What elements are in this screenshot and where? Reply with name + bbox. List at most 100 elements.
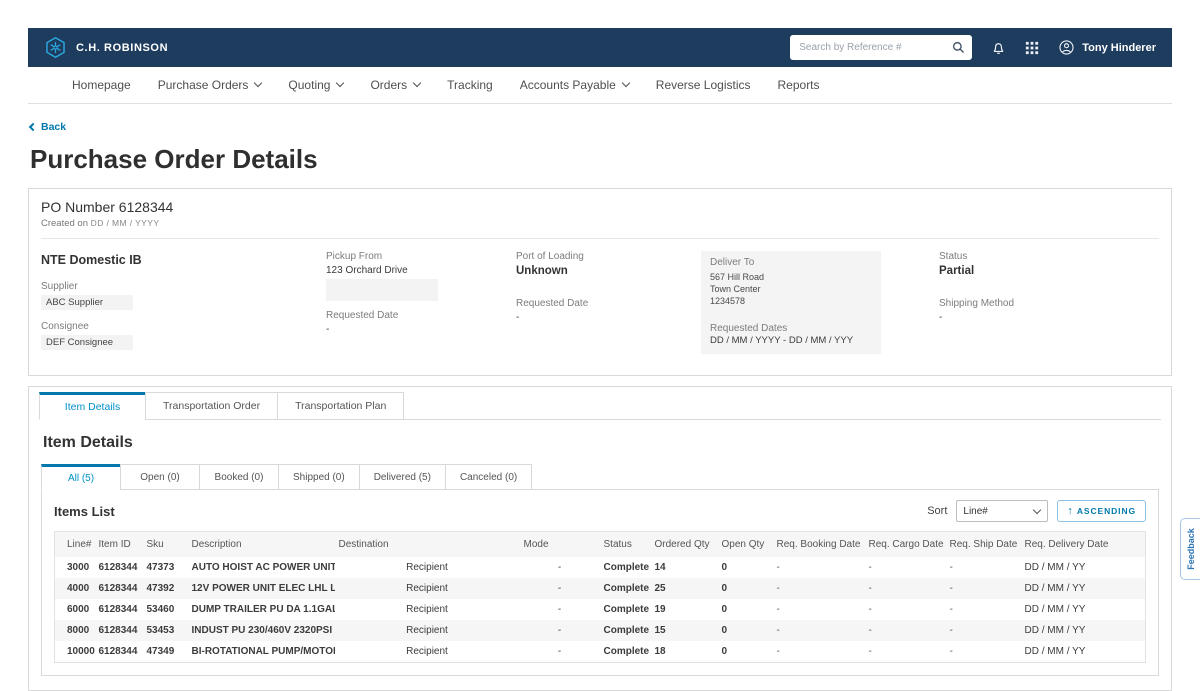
table-row[interactable]: 3000612834447373AUTO HOIST AC POWER UNIT… — [55, 557, 1146, 578]
table-row[interactable]: 400061283444739212V POWER UNIT ELEC LHL … — [55, 578, 1146, 599]
cell-req-cargo-date: - — [865, 641, 946, 663]
cell-sku: 47349 — [143, 641, 188, 663]
cell-status: Complete — [600, 599, 651, 620]
po-created: Created on DD / MM / YYYY — [41, 218, 1159, 229]
po-detail-grid: NTE Domestic IB Supplier ABC Supplier Co… — [41, 239, 1159, 361]
cell-item-id: 6128344 — [95, 620, 143, 641]
subtab-open-0[interactable]: Open (0) — [120, 464, 200, 490]
feedback-button[interactable]: Feedback — [1180, 518, 1200, 580]
nav-item-homepage[interactable]: Homepage — [72, 78, 131, 92]
cell-req-delivery-date: DD / MM / YY — [1021, 641, 1146, 663]
chevron-left-icon — [29, 123, 37, 131]
apps-grid-icon[interactable] — [1025, 41, 1039, 55]
table-row[interactable]: 10000612834447349BI-ROTATIONAL PUMP/MOTO… — [55, 641, 1146, 663]
pickup-requested-date-value: - — [326, 324, 516, 335]
cell-req-ship-date: - — [946, 641, 1021, 663]
cell-ordered-qty: 18 — [651, 641, 718, 663]
requested-dates-value: DD / MM / YYYY - DD / MM / YYY — [710, 335, 872, 346]
subtab-canceled-0[interactable]: Canceled (0) — [445, 464, 532, 490]
cell-description: AUTO HOIST AC POWER UNIT 230V — [188, 557, 335, 578]
arrow-up-icon: ↑ — [1067, 505, 1073, 517]
tab-transportation-order[interactable]: Transportation Order — [145, 392, 278, 420]
cell-destination: Recipient — [335, 578, 520, 599]
cell-req-delivery-date: DD / MM / YY — [1021, 620, 1146, 641]
search-icon[interactable] — [952, 41, 965, 54]
deliver-to-label: Deliver To — [710, 257, 872, 268]
cell-description: DUMP TRAILER PU DA 1.1GAL TANK — [188, 599, 335, 620]
column-header-status: Status — [600, 532, 651, 558]
nav-item-purchase-orders[interactable]: Purchase Orders — [158, 78, 262, 92]
details-tab-card: Item DetailsTransportation OrderTranspor… — [28, 386, 1172, 691]
cell-mode: - — [520, 641, 600, 663]
tab-transportation-plan[interactable]: Transportation Plan — [277, 392, 404, 420]
subtab-all-5[interactable]: All (5) — [41, 464, 121, 490]
cell-req-ship-date: - — [946, 599, 1021, 620]
sort-select[interactable]: Line# — [956, 500, 1048, 522]
table-row[interactable]: 6000612834453460DUMP TRAILER PU DA 1.1GA… — [55, 599, 1146, 620]
item-details-heading: Item Details — [43, 434, 1159, 452]
nav-item-reports[interactable]: Reports — [778, 78, 820, 92]
back-link[interactable]: Back — [30, 121, 66, 133]
cell-req-delivery-date: DD / MM / YY — [1021, 599, 1146, 620]
subtab-booked-0[interactable]: Booked (0) — [199, 464, 279, 490]
user-menu[interactable]: Tony Hinderer — [1058, 39, 1156, 56]
po-col-deliver: Deliver To 567 Hill Road Town Center 123… — [701, 251, 906, 361]
subtab-delivered-5[interactable]: Delivered (5) — [359, 464, 446, 490]
cell-description: BI-ROTATIONAL PUMP/MOTOR — [188, 641, 335, 663]
nav-item-label: Tracking — [447, 78, 493, 92]
po-created-date: DD / MM / YYYY — [91, 218, 160, 228]
cell-status: Complete — [600, 557, 651, 578]
chevron-down-icon — [413, 79, 421, 87]
chevron-down-icon — [254, 79, 262, 87]
sort-direction-button[interactable]: ↑ ASCENDING — [1057, 500, 1146, 522]
column-header-req-booking-date: Req. Booking Date — [773, 532, 865, 558]
column-header-description: Description — [188, 532, 335, 558]
column-header-item-id: Item ID — [95, 532, 143, 558]
cell-description: 12V POWER UNIT ELEC LHL LG RES — [188, 578, 335, 599]
cell-item-id: 6128344 — [95, 557, 143, 578]
table-row[interactable]: 8000612834453453INDUST PU 230/460V 2320P… — [55, 620, 1146, 641]
nav-item-label: Reverse Logistics — [656, 78, 751, 92]
column-header-mode: Mode — [520, 532, 600, 558]
nav-item-reverse-logistics[interactable]: Reverse Logistics — [656, 78, 751, 92]
column-header-req-ship-date: Req. Ship Date — [946, 532, 1021, 558]
column-header-req-cargo-date: Req. Cargo Date — [865, 532, 946, 558]
subtab-shipped-0[interactable]: Shipped (0) — [278, 464, 360, 490]
brand-name: C.H. ROBINSON — [76, 42, 168, 54]
cell-ordered-qty: 15 — [651, 620, 718, 641]
shipping-method-value: - — [939, 312, 1159, 323]
cell-mode: - — [520, 557, 600, 578]
search-box — [790, 35, 972, 60]
main-nav: Homepage Purchase Orders Quoting Orders Trac… — [28, 67, 1172, 104]
back-label: Back — [41, 121, 66, 133]
nav-item-accounts-payable[interactable]: Accounts Payable — [520, 78, 629, 92]
nav-item-quoting[interactable]: Quoting — [288, 78, 343, 92]
cell-req-ship-date: - — [946, 557, 1021, 578]
tab-item-details[interactable]: Item Details — [39, 392, 146, 420]
cell-open-qty: 0 — [718, 620, 773, 641]
cell-destination: Recipient — [335, 641, 520, 663]
cell-ordered-qty: 14 — [651, 557, 718, 578]
cell-mode: - — [520, 599, 600, 620]
supplier-label: Supplier — [41, 281, 326, 292]
notifications-bell-icon[interactable] — [991, 40, 1006, 56]
nav-item-label: Accounts Payable — [520, 78, 616, 92]
nav-item-label: Quoting — [288, 78, 330, 92]
cell-line: 10000 — [55, 641, 95, 663]
topbar: C.H. ROBINSON — [28, 28, 1172, 67]
cell-destination: Recipient — [335, 599, 520, 620]
chevron-down-icon — [622, 79, 630, 87]
port-requested-date-label: Requested Date — [516, 298, 701, 309]
cell-item-id: 6128344 — [95, 641, 143, 663]
cell-destination: Recipient — [335, 557, 520, 578]
pickup-from-label: Pickup From — [326, 251, 516, 262]
nav-item-tracking[interactable]: Tracking — [447, 78, 493, 92]
nav-item-orders[interactable]: Orders — [370, 78, 420, 92]
po-col-pickup: Pickup From 123 Orchard Drive Requested … — [326, 251, 516, 361]
brand[interactable]: C.H. ROBINSON — [44, 36, 168, 59]
cell-item-id: 6128344 — [95, 578, 143, 599]
cell-req-delivery-date: DD / MM / YY — [1021, 578, 1146, 599]
sort-label: Sort — [927, 505, 947, 517]
search-input[interactable] — [797, 41, 952, 54]
cell-req-cargo-date: - — [865, 578, 946, 599]
